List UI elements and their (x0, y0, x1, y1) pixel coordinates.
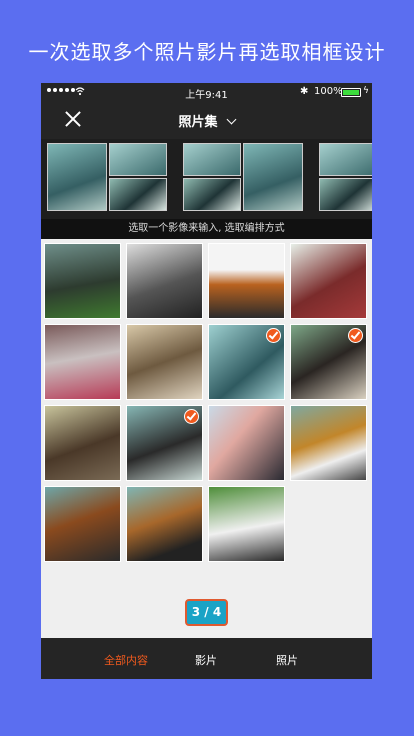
nav-bar: 照片集 (41, 101, 372, 139)
charging-icon: ϟ (363, 86, 369, 96)
photo-thumbnail[interactable] (126, 243, 203, 319)
status-bar: 上午9:41 ✱ 100% ϟ (41, 83, 372, 101)
tab-videos[interactable]: 影片 (195, 652, 217, 668)
bluetooth-icon: ✱ (300, 86, 309, 97)
photo-thumbnail[interactable] (290, 243, 367, 319)
photo-thumbnail[interactable] (44, 405, 121, 481)
selection-counter[interactable]: 3 / 4 (185, 599, 228, 626)
photo-thumbnail[interactable] (208, 324, 285, 400)
tab-all[interactable]: 全部内容 (104, 652, 148, 668)
photo-thumbnail[interactable] (44, 243, 121, 319)
selected-check-icon (348, 328, 363, 343)
layout-option[interactable] (47, 143, 167, 211)
album-title: 照片集 (178, 115, 218, 130)
selected-check-icon (266, 328, 281, 343)
photo-thumbnail[interactable] (126, 486, 203, 562)
layout-preview-strip[interactable] (41, 139, 372, 219)
headline: 一次选取多个照片影片再选取相框设计 (28, 40, 386, 64)
photo-thumbnail[interactable] (208, 243, 285, 319)
battery-percent: 100% (314, 86, 343, 97)
photo-thumbnail[interactable] (208, 486, 285, 562)
photo-thumbnail[interactable] (290, 324, 367, 400)
photo-thumbnail[interactable] (44, 486, 121, 562)
chevron-down-icon (226, 114, 236, 125)
album-selector[interactable]: 照片集 (41, 111, 372, 130)
photo-thumbnail[interactable] (44, 324, 121, 400)
photo-thumbnail[interactable] (126, 405, 203, 481)
photo-thumbnail[interactable] (126, 324, 203, 400)
layout-option[interactable] (183, 143, 303, 211)
battery-icon (341, 88, 361, 97)
layout-option[interactable] (319, 143, 372, 211)
instruction-text: 选取一个影像来输入, 选取编排方式 (41, 219, 372, 239)
selected-check-icon (184, 409, 199, 424)
phone-screen: 上午9:41 ✱ 100% ϟ 照片集 选取一个影像来输入, 选取编排方式 3 … (41, 83, 372, 679)
photo-thumbnail[interactable] (290, 405, 367, 481)
photo-thumbnail[interactable] (208, 405, 285, 481)
tab-bar: 全部内容 影片 照片 (41, 638, 372, 679)
tab-photos[interactable]: 照片 (276, 652, 298, 668)
